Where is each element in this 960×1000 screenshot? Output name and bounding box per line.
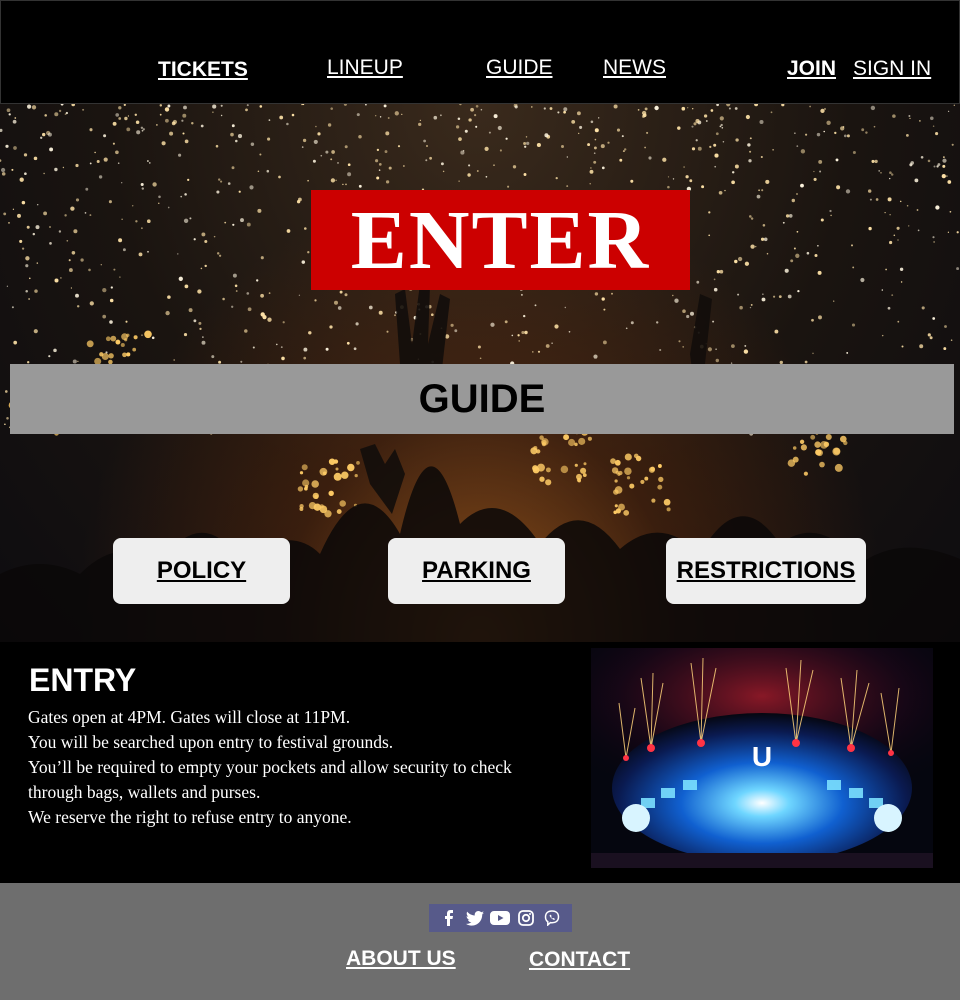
parking-button-label: PARKING [422, 557, 531, 584]
restrictions-button-label: RESTRICTIONS [676, 557, 856, 584]
page-title: GUIDE [418, 376, 546, 421]
policy-button-label: POLICY [156, 557, 247, 584]
facebook-icon[interactable] [439, 908, 459, 928]
guide-banner: GUIDE [10, 364, 954, 434]
entry-line: You’ll be required to empty your pockets… [28, 757, 512, 802]
instagram-icon[interactable] [516, 908, 536, 928]
svg-text:U: U [752, 741, 772, 772]
restrictions-button[interactable]: RESTRICTIONS [666, 538, 866, 604]
entry-heading: ENTRY [29, 662, 137, 698]
hero-section: ENTER GUIDE POLICY PARKING RESTRICTIONS [0, 104, 960, 642]
enter-logo: ENTER [311, 190, 690, 290]
viber-icon[interactable] [542, 908, 562, 928]
top-nav: TICKETS LINEUP GUIDE NEWS JOIN SIGN IN [0, 0, 960, 104]
nav-tickets-link[interactable]: TICKETS [158, 58, 248, 82]
youtube-icon[interactable] [490, 908, 511, 928]
nav-lineup-link[interactable]: LINEUP [327, 56, 403, 80]
entry-line: Gates open at 4PM. Gates will close at 1… [28, 707, 351, 727]
sign-in-link[interactable]: SIGN IN [853, 57, 931, 81]
join-link[interactable]: JOIN [787, 57, 836, 81]
social-icons-bar [429, 904, 572, 932]
parking-button[interactable]: PARKING [388, 538, 565, 604]
entry-line: We reserve the right to refuse entry to … [28, 807, 352, 827]
contact-link[interactable]: CONTACT [529, 948, 630, 972]
nav-guide-link[interactable]: GUIDE [486, 56, 553, 80]
entry-section: ENTRY Gates open at 4PM. Gates will clos… [0, 642, 960, 883]
footer: ABOUT US CONTACT [0, 883, 960, 1000]
nav-news-link[interactable]: NEWS [603, 56, 666, 80]
twitter-icon[interactable] [465, 908, 485, 928]
festival-stage-image: U [591, 648, 933, 868]
policy-button[interactable]: POLICY [113, 538, 290, 604]
entry-line: You will be searched upon entry to festi… [28, 732, 394, 752]
entry-text: Gates open at 4PM. Gates will close at 1… [28, 705, 548, 830]
enter-logo-text: ENTER [350, 193, 651, 287]
about-us-link[interactable]: ABOUT US [346, 947, 456, 971]
